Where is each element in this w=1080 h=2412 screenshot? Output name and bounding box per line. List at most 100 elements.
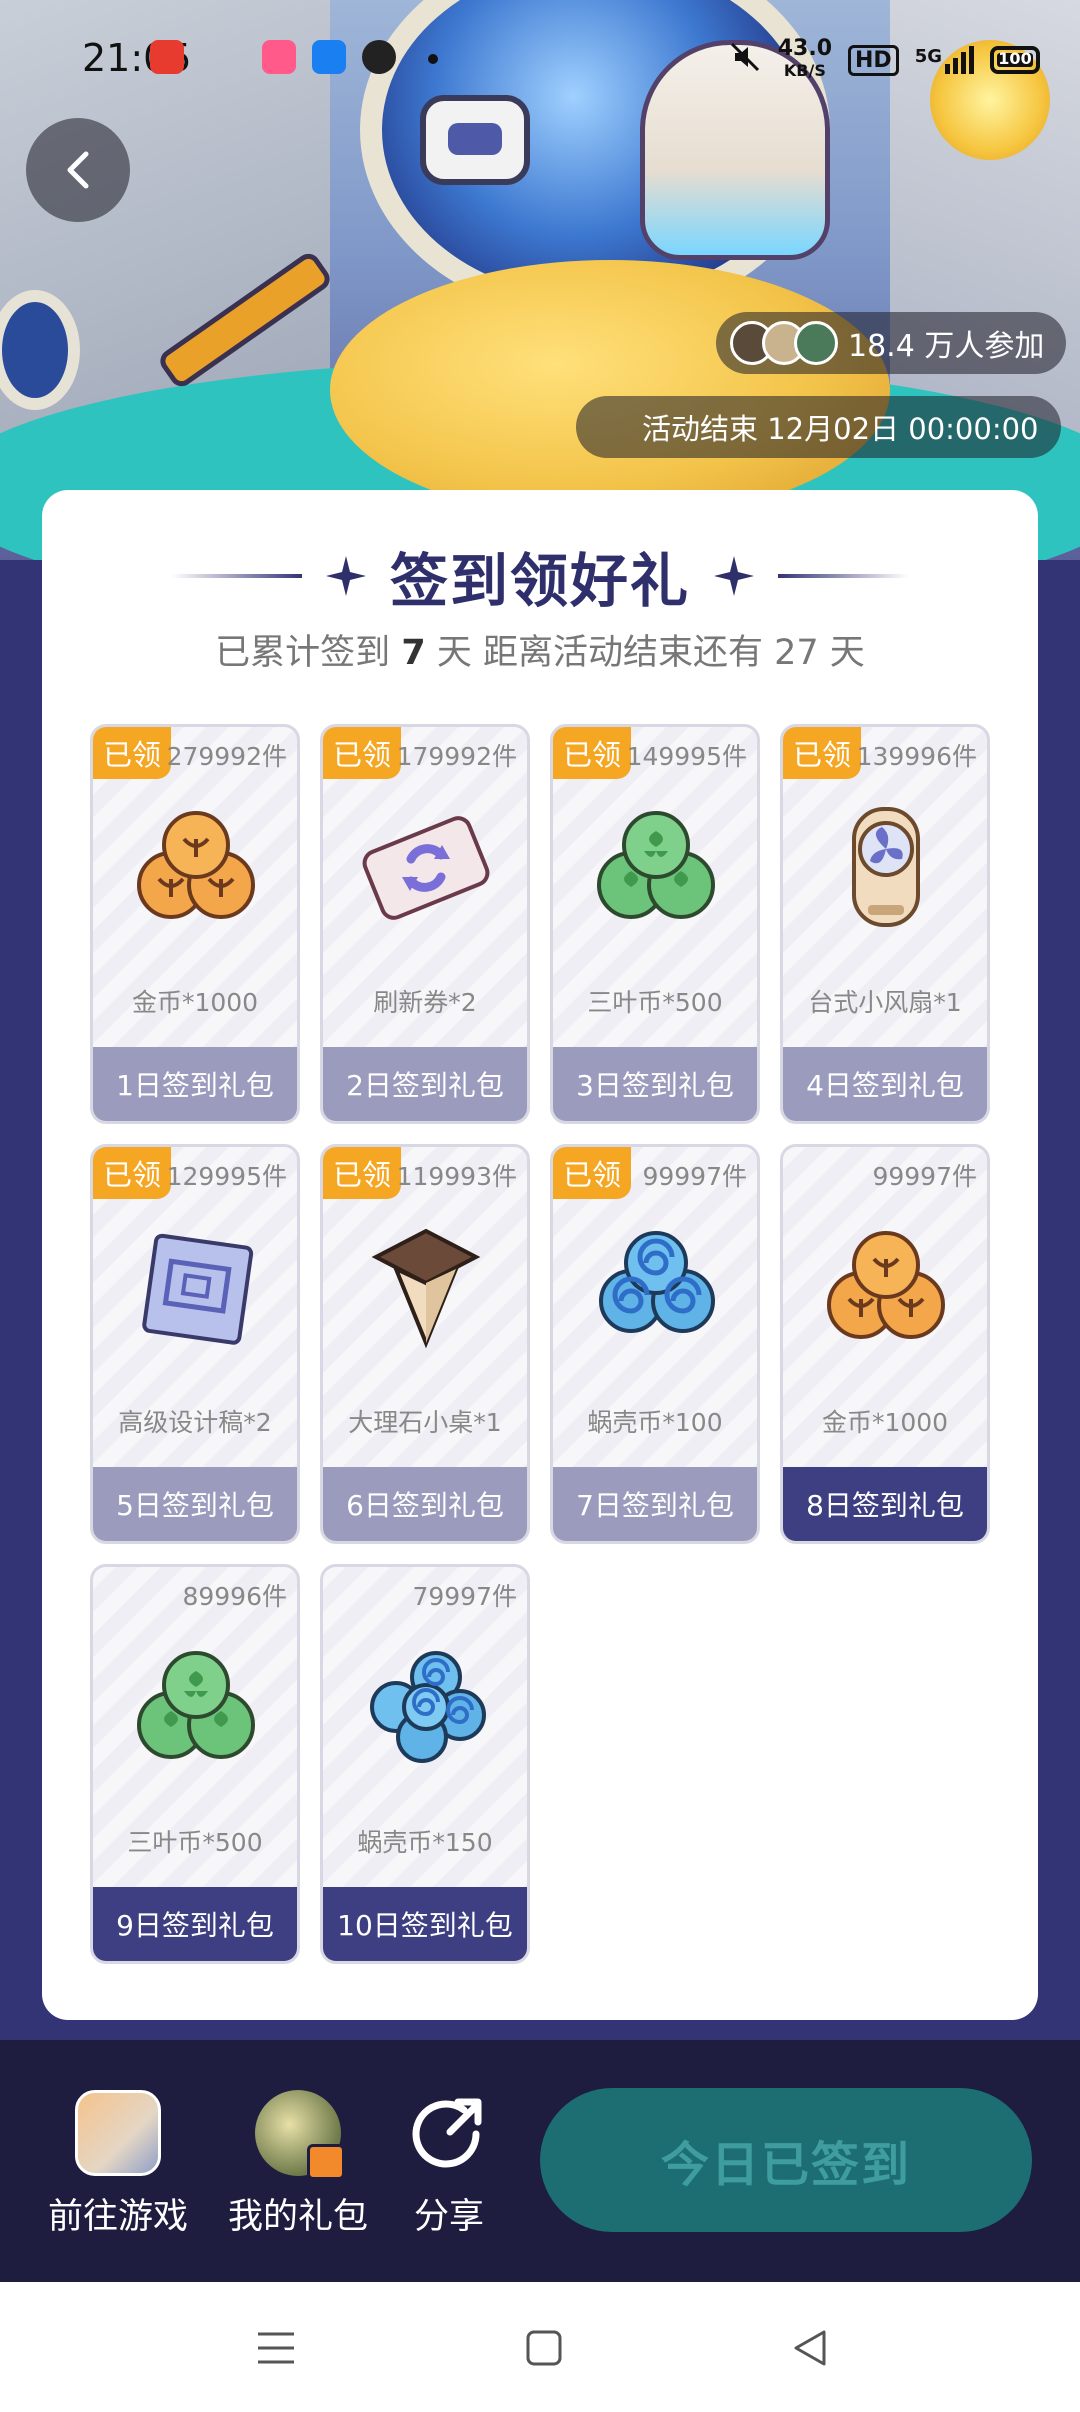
remaining-days: 27 [774, 633, 819, 673]
participants-badge: 18.4 万人参加 [716, 312, 1067, 374]
battery-icon: 100 [990, 46, 1040, 74]
more-notifications-icon [428, 54, 438, 64]
share-icon [412, 2098, 482, 2168]
gift-stock: 99997件 [642, 1162, 747, 1191]
gift-card[interactable]: 已领 179992件 刷新券*2 2日签到礼包 [320, 724, 530, 1124]
title-deco-line-right [778, 574, 908, 578]
gold-coin-icon [137, 811, 255, 919]
go-to-game-button[interactable]: 前往游戏 [48, 2090, 188, 2239]
claimed-badge: 已领 [93, 1147, 171, 1199]
bottom-action-bar: 前往游戏 我的礼包 分享 今日已签到 [0, 2040, 1080, 2282]
gift-stock: 139996件 [856, 742, 977, 771]
status-bar: 21:05 43.0 KB/S HD 5G 100 [0, 0, 1080, 120]
chevron-left-icon [67, 151, 89, 189]
bluetooth-app-icon [312, 40, 346, 74]
gift-card[interactable]: 已领 129995件 高级设计稿*2 5日签到礼包 [90, 1144, 300, 1544]
system-nav-bar [0, 2282, 1080, 2412]
gift-card[interactable]: 89996件 三叶币*500 9日签到礼包 [90, 1564, 300, 1964]
gift-stock: 79997件 [412, 1582, 517, 1611]
app-notification-icon [262, 40, 296, 74]
gift-day-label: 9日签到礼包 [93, 1887, 297, 1961]
participants-count: 18.4 万人参加 [848, 329, 1045, 364]
claimed-badge: 已领 [553, 727, 631, 779]
gift-name: 三叶币*500 [587, 988, 723, 1017]
gift-day-label: 7日签到礼包 [553, 1467, 757, 1541]
gift-day-label: 4日签到礼包 [783, 1047, 987, 1121]
event-end-time: 活动结束 12月02日 00:00:00 [642, 412, 1039, 446]
back-triangle-icon [794, 2330, 826, 2366]
gift-stock: 279992件 [166, 742, 287, 771]
signed-days: 7 [401, 633, 426, 673]
back-button[interactable] [26, 118, 130, 222]
gift-name: 金币*1000 [131, 988, 259, 1017]
back-nav-button[interactable] [770, 2308, 850, 2388]
net-speed-value: 43.0 [777, 36, 832, 61]
gift-name: 蜗壳币*150 [357, 1828, 493, 1857]
mute-icon [728, 40, 762, 81]
go-to-game-label: 前往游戏 [48, 2197, 189, 2237]
gift-box-icon [255, 2090, 345, 2180]
menu-nav-button[interactable] [236, 2308, 316, 2388]
refresh-ticket-icon [362, 816, 490, 920]
taobao-notification-icon [150, 40, 184, 74]
title-deco-line-left [171, 574, 302, 578]
sparkle-icon [325, 556, 366, 596]
gift-day-label: 10日签到礼包 [323, 1887, 527, 1961]
net-speed: 43.0 KB/S [778, 38, 832, 82]
gift-card[interactable]: 79997件 蜗壳币*150 10日签到礼包 [320, 1564, 530, 1964]
sparkle-icon [714, 556, 754, 596]
participant-avatars [730, 321, 838, 365]
my-gifts-button[interactable]: 我的礼包 [228, 2090, 368, 2239]
gift-day-label: 6日签到礼包 [323, 1467, 527, 1541]
home-nav-button[interactable] [504, 2308, 584, 2388]
gift-card[interactable]: 已领 139996件 台式小风扇*1 4日签到礼包 [780, 724, 990, 1124]
gift-card[interactable]: 99997件 金币*1000 8日签到礼包 [780, 1144, 990, 1544]
gift-day-label: 3日签到礼包 [553, 1047, 757, 1121]
gift-name: 大理石小桌*1 [348, 1408, 502, 1437]
shell-coin-icon [370, 1651, 486, 1763]
banner-floor-illustration [330, 260, 890, 520]
desk-fan-icon [852, 807, 920, 927]
signal-label: 5G [914, 46, 942, 67]
gift-stock: 99997件 [872, 1162, 977, 1191]
gift-stock: 149995件 [626, 742, 747, 771]
gift-stock: 119993件 [396, 1162, 517, 1191]
card-title: 签到领好礼 [389, 547, 690, 615]
signal-icon: 5G [915, 46, 974, 74]
share-button[interactable]: 分享 [406, 2090, 492, 2239]
claimed-badge: 已领 [323, 1147, 401, 1199]
share-label: 分享 [413, 2197, 484, 2237]
subtitle-prefix: 已累计签到 [215, 633, 391, 673]
gold-coin-icon [827, 1231, 945, 1339]
gift-card[interactable]: 已领 99997件 蜗壳币*100 7日签到礼包 [550, 1144, 760, 1544]
shell-coin-icon [599, 1231, 715, 1333]
claimed-badge: 已领 [93, 727, 171, 779]
wechat-icon [362, 40, 396, 74]
checkin-card: 签到领好礼 已累计签到 7 天 距离活动结束还有 27 天 已领 279992件… [42, 490, 1038, 2020]
gift-name: 三叶币*500 [127, 1828, 263, 1857]
menu-icon [258, 2332, 294, 2364]
gift-stock: 89996件 [182, 1582, 287, 1611]
gift-day-label: 2日签到礼包 [323, 1047, 527, 1121]
gift-card[interactable]: 已领 119993件 大理石小桌*1 6日签到礼包 [320, 1144, 530, 1544]
blueprint-icon [142, 1233, 254, 1345]
gift-day-label: 8日签到礼包 [783, 1467, 987, 1541]
clover-coin-icon [597, 811, 715, 919]
signed-today-button[interactable]: 今日已签到 [540, 2088, 1032, 2232]
claimed-badge: 已领 [783, 727, 861, 779]
claimed-badge: 已领 [553, 1147, 631, 1199]
gift-stock: 179992件 [396, 742, 517, 771]
avatar [794, 321, 838, 365]
net-speed-unit: KB/S [783, 61, 826, 80]
gift-stock: 129995件 [166, 1162, 287, 1191]
clover-coin-icon [137, 1651, 255, 1759]
gift-card[interactable]: 已领 149995件 三叶币*500 3日签到礼包 [550, 724, 760, 1124]
checkin-progress-text: 已累计签到 7 天 距离活动结束还有 27 天 [42, 624, 1038, 675]
gift-name: 高级设计稿*2 [118, 1408, 272, 1437]
gift-day-label: 5日签到礼包 [93, 1467, 297, 1541]
gift-name: 刷新券*2 [373, 988, 477, 1017]
home-square-icon [526, 2330, 562, 2366]
gift-card[interactable]: 已领 279992件 金币*1000 1日签到礼包 [90, 724, 300, 1124]
claimed-badge: 已领 [323, 727, 401, 779]
gift-day-label: 1日签到礼包 [93, 1047, 297, 1121]
